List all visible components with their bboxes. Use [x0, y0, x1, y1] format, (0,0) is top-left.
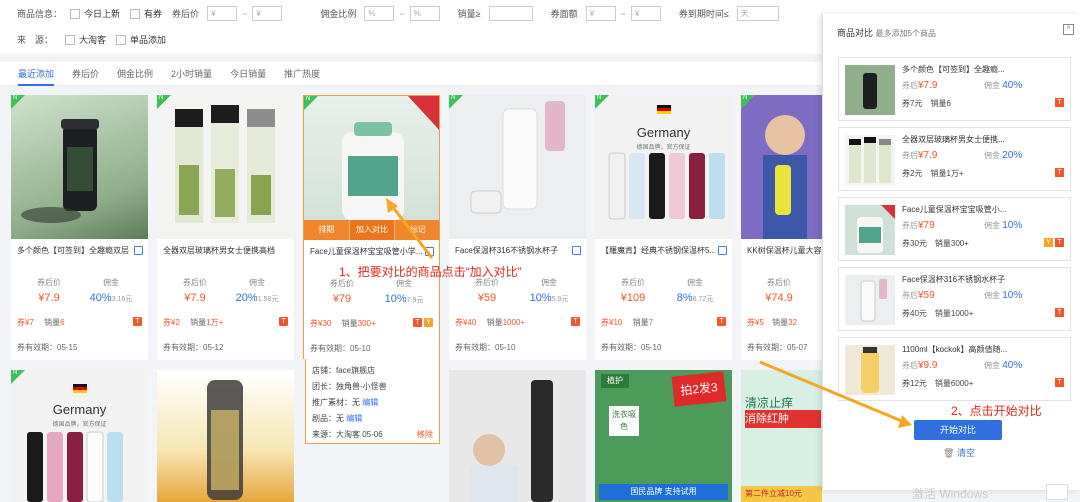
save-icon[interactable] [1046, 484, 1068, 500]
annotation-step-1: 1、把要对比的商品点击“加入对比” [339, 265, 522, 279]
annotation-arrows [386, 198, 912, 428]
windows-activation-watermark: 激活 Windows [912, 487, 989, 501]
arrow-head-icon [898, 415, 912, 428]
arrow-to-start-compare [759, 360, 905, 424]
annotation-step-2: 2、点击开始对比 [951, 404, 1042, 418]
arrow-to-add-compare [390, 205, 434, 259]
